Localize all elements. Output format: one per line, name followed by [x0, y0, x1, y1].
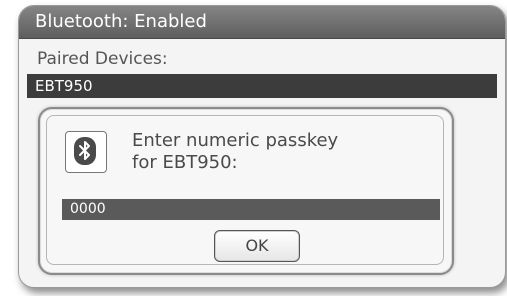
passkey-input[interactable]: 0000 — [62, 199, 440, 220]
paired-device-name: EBT950 — [35, 77, 93, 95]
bluetooth-screen: Bluetooth: Enabled Paired Devices: EBT95… — [0, 0, 507, 296]
paired-device-row[interactable]: EBT950 — [27, 74, 497, 98]
passkey-dialog: Enter numeric passkey for EBT950: 0000 O… — [38, 107, 454, 275]
window-title: Bluetooth: Enabled — [35, 11, 207, 32]
title-bar: Bluetooth: Enabled — [19, 6, 505, 39]
bluetooth-icon-glyph — [74, 137, 96, 165]
ok-button-label: OK — [245, 236, 269, 255]
passkey-prompt: Enter numeric passkey for EBT950: — [132, 130, 432, 174]
passkey-value: 0000 — [70, 201, 106, 217]
passkey-prompt-line2: for EBT950: — [132, 152, 238, 173]
passkey-dialog-body: Enter numeric passkey for EBT950: 0000 O… — [46, 115, 444, 265]
bluetooth-icon — [65, 131, 107, 173]
passkey-prompt-line1: Enter numeric passkey — [132, 130, 339, 151]
ok-button[interactable]: OK — [214, 230, 300, 262]
paired-devices-label: Paired Devices: — [37, 49, 168, 69]
